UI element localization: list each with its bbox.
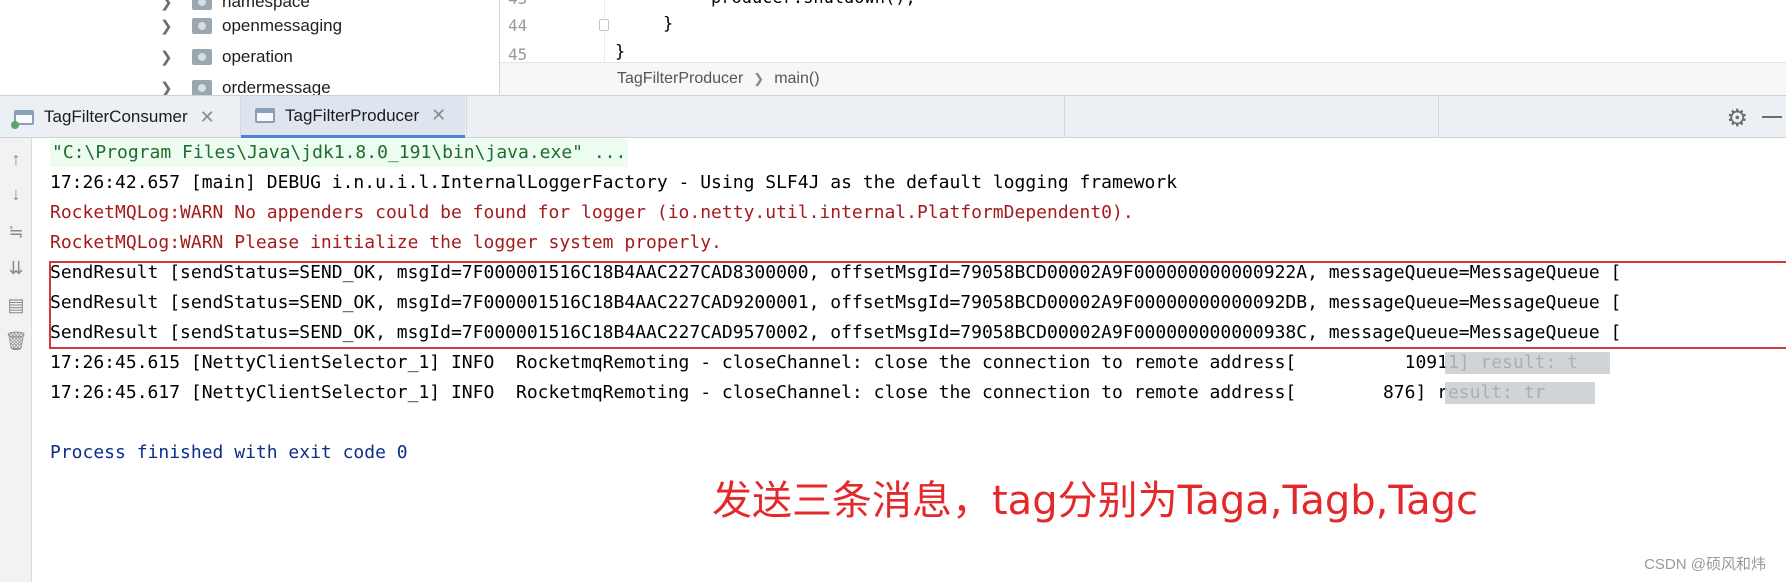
fold-marker-icon[interactable]	[599, 19, 609, 31]
tab-divider	[466, 96, 467, 138]
package-folder-icon	[192, 49, 212, 65]
console-line-warn: RocketMQLog:WARN No appenders could be f…	[50, 202, 1134, 223]
console-toolbar: ↑ ↓ ≒ ⇊ ▤ 🗑	[0, 138, 32, 582]
run-config-icon	[11, 109, 34, 129]
package-folder-icon	[192, 80, 212, 95]
send-result-highlight-box	[49, 261, 1786, 349]
console-line-exit: Process finished with exit code 0	[50, 442, 408, 463]
up-arrow-icon[interactable]: ↑	[0, 144, 32, 174]
console-line-command: "C:\Program Files\Java\jdk1.8.0_191\bin\…	[50, 139, 629, 167]
tree-item-label: namespace	[222, 0, 310, 11]
tree-item-label: openmessaging	[222, 16, 343, 35]
line-number: 44	[508, 16, 528, 35]
console-line: 17:26:42.657 [main] DEBUG i.n.u.i.l.Inte…	[50, 172, 1178, 193]
close-icon[interactable]: ✕	[200, 107, 215, 128]
breadcrumb-method[interactable]: main()	[774, 70, 819, 88]
top-area: ❯ namespace ❯ openmessaging ❯ operation …	[0, 0, 1786, 95]
breadcrumb-class[interactable]: TagFilterProducer	[617, 70, 743, 88]
trash-icon[interactable]: 🗑	[0, 326, 32, 356]
line-number: 45	[508, 45, 528, 62]
package-folder-icon	[192, 0, 212, 10]
tree-item[interactable]: ❯ ordermessage	[160, 74, 331, 95]
soft-wrap-icon[interactable]: ≒	[0, 217, 32, 247]
console-line: 17:26:45.617 [NettyClientSelector_1] INF…	[50, 382, 1546, 403]
tab-label: TagFilterConsumer	[44, 107, 188, 126]
redacted-address	[1445, 382, 1595, 404]
code-line: }	[615, 42, 626, 62]
tree-item[interactable]: ❯ openmessaging	[160, 12, 342, 40]
redacted-address	[1445, 352, 1610, 374]
console-line: 17:26:45.615 [NettyClientSelector_1] INF…	[50, 352, 1579, 373]
breadcrumb-separator-icon: ❯	[753, 71, 765, 86]
project-tree: ❯ namespace ❯ openmessaging ❯ operation …	[0, 0, 500, 95]
minimize-icon[interactable]	[1762, 116, 1782, 118]
annotation-text: 发送三条消息，tag分别为Taga,Tagb,Tagc	[712, 478, 1479, 524]
code-line: }	[663, 14, 674, 34]
tab-tagfilterconsumer[interactable]: TagFilterConsumer ✕	[0, 96, 240, 138]
chevron-right-icon[interactable]: ❯	[160, 0, 174, 11]
breadcrumb: TagFilterProducer ❯ main()	[500, 62, 1786, 95]
watermark: CSDN @硕风和炜	[1644, 556, 1766, 573]
tab-label: TagFilterProducer	[285, 105, 420, 125]
run-config-icon	[255, 108, 275, 123]
line-number: 43	[508, 0, 527, 8]
console-line-warn: RocketMQLog:WARN Please initialize the l…	[50, 232, 722, 253]
package-folder-icon	[192, 18, 212, 34]
tab-divider	[1064, 96, 1065, 138]
scroll-to-end-icon[interactable]: ⇊	[0, 253, 32, 283]
print-icon[interactable]: ▤	[0, 290, 32, 320]
chevron-right-icon[interactable]: ❯	[160, 17, 174, 35]
run-tool-window-header: TagFilterConsumer ✕ TagFilterProducer ✕ …	[0, 95, 1786, 138]
down-arrow-icon[interactable]: ↓	[0, 179, 32, 209]
close-icon[interactable]: ✕	[431, 105, 446, 126]
tab-tagfilterproducer[interactable]: TagFilterProducer ✕	[241, 96, 465, 138]
code-line: producer.shutdown();	[711, 0, 916, 8]
tab-divider	[1438, 96, 1439, 138]
chevron-right-icon[interactable]: ❯	[160, 48, 174, 66]
tree-item-label: ordermessage	[222, 78, 331, 95]
chevron-right-icon[interactable]: ❯	[160, 79, 174, 95]
tree-item-label: operation	[222, 47, 293, 66]
line-gutter: 43 44 45	[500, 0, 609, 62]
gear-icon[interactable]: ⚙	[1726, 104, 1748, 133]
code-editor[interactable]: 43 44 45 producer.shutdown(); } }	[500, 0, 1786, 62]
tree-item[interactable]: ❯ operation	[160, 43, 293, 71]
